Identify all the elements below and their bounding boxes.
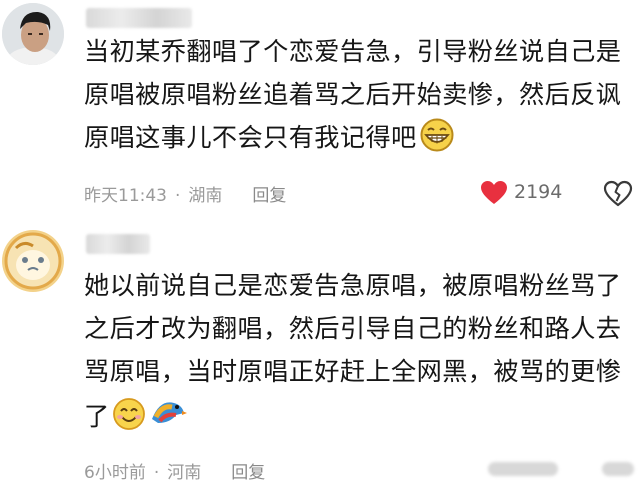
comment-meta: 昨天11:43 · 湖南 回复 xyxy=(84,181,286,206)
broken-heart-icon[interactable] xyxy=(603,180,633,212)
comment-line: 原唱被原唱粉丝追着骂之后开始卖惨，然后反讽 xyxy=(84,80,622,109)
comment-line-text: 了 xyxy=(84,402,110,431)
avatar[interactable] xyxy=(2,3,64,65)
comment-location: 湖南 xyxy=(188,186,223,206)
comment-line: 当初某乔翻唱了个恋爱告急，引导粉丝说自己是 xyxy=(84,37,622,66)
grinning-face-icon xyxy=(419,118,455,165)
meta-separator: · xyxy=(175,186,181,206)
like-count: 2194 xyxy=(514,181,563,203)
comment-item: 她以前说自己是恋爱告急原唱，被原唱粉丝骂了 之后才改为翻唱，然后引导自己的粉丝和… xyxy=(0,212,640,494)
reply-button[interactable]: 回复 xyxy=(231,458,265,483)
comment-line: 原唱这事儿不会只有我记得吧 xyxy=(84,116,636,165)
comment-location: 河南 xyxy=(167,463,202,483)
like-button[interactable] xyxy=(488,462,558,476)
comment-time: 6小时前 xyxy=(84,463,146,483)
comment-line: 她以前说自己是恋爱告急原唱，被原唱粉丝骂了 xyxy=(84,271,622,300)
reply-button[interactable]: 回复 xyxy=(252,181,286,206)
username[interactable] xyxy=(86,8,192,28)
comment-line: 骂原唱，当时原唱正好赶上全网黑，被骂的更惨 xyxy=(84,357,622,386)
comment-meta: 6小时前 · 河南 回复 xyxy=(84,458,265,483)
comment-line: 了 xyxy=(84,393,636,444)
avatar[interactable] xyxy=(2,230,64,292)
username[interactable] xyxy=(86,234,150,254)
heart-icon[interactable] xyxy=(480,180,508,210)
comment-body: 当初某乔翻唱了个恋爱告急，引导粉丝说自己是 原唱被原唱粉丝追着骂之后开始卖惨，然… xyxy=(84,30,636,165)
comment-item: 当初某乔翻唱了个恋爱告急，引导粉丝说自己是 原唱被原唱粉丝追着骂之后开始卖惨，然… xyxy=(0,0,640,212)
meta-separator: · xyxy=(153,463,160,483)
comment-time: 昨天11:43 xyxy=(84,186,167,206)
smiling-face-icon xyxy=(112,397,146,444)
comment-body: 她以前说自己是恋爱告急原唱，被原唱粉丝骂了 之后才改为翻唱，然后引导自己的粉丝和… xyxy=(84,264,636,444)
bird-sticker-icon xyxy=(148,393,188,444)
dislike-button[interactable] xyxy=(602,462,634,476)
comment-line-text: 原唱这事儿不会只有我记得吧 xyxy=(84,123,417,152)
comment-line: 之后才改为翻唱，然后引导自己的粉丝和路人去 xyxy=(84,314,622,343)
